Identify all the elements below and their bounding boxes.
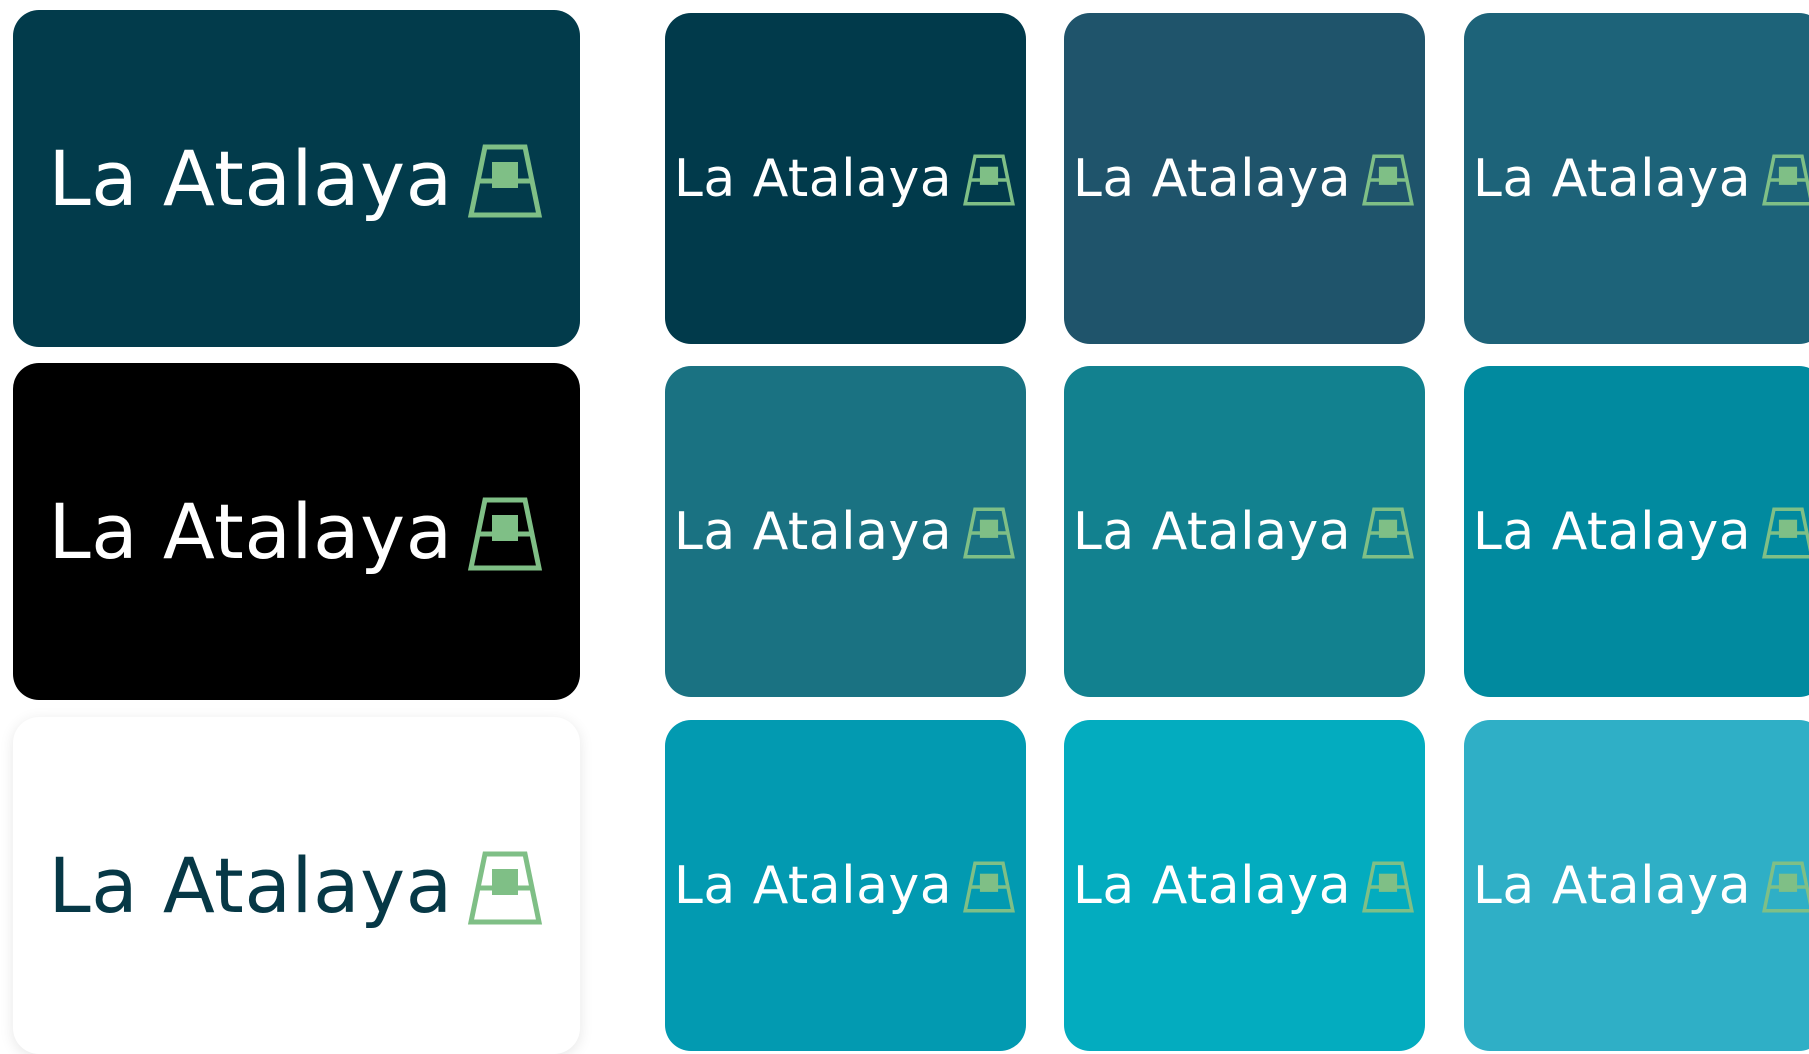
watchtower-icon xyxy=(963,861,1016,913)
palette-card-2: La Atalaya xyxy=(1064,13,1425,344)
watchtower-icon xyxy=(1362,154,1415,206)
logo-card-dark-teal: La Atalaya xyxy=(13,10,580,347)
logo-wordmark: La Atalaya xyxy=(1072,855,1352,916)
watchtower-icon xyxy=(467,144,542,217)
watchtower-icon xyxy=(467,851,542,924)
watchtower-icon xyxy=(1362,861,1415,913)
logo: La Atalaya xyxy=(1473,502,1809,561)
logo: La Atalaya xyxy=(1473,149,1809,208)
logo-wordmark: La Atalaya xyxy=(1472,855,1752,916)
logo: La Atalaya xyxy=(674,149,1017,208)
logo: La Atalaya xyxy=(1073,856,1416,915)
logo-wordmark: La Atalaya xyxy=(673,855,953,916)
logo-card-black: La Atalaya xyxy=(13,363,580,700)
palette-card-9: La Atalaya xyxy=(1464,720,1809,1051)
logo: La Atalaya xyxy=(48,137,544,221)
logo-wordmark: La Atalaya xyxy=(48,486,453,576)
palette-card-3: La Atalaya xyxy=(1464,13,1809,344)
logo: La Atalaya xyxy=(674,502,1017,561)
watchtower-icon xyxy=(963,507,1016,559)
logo-wordmark: La Atalaya xyxy=(673,148,953,209)
logo-card-white: La Atalaya xyxy=(13,717,580,1054)
logo: La Atalaya xyxy=(674,856,1017,915)
watchtower-icon xyxy=(963,154,1016,206)
logo: La Atalaya xyxy=(48,490,544,574)
logo: La Atalaya xyxy=(1473,856,1809,915)
watchtower-icon xyxy=(1762,154,1809,206)
logo: La Atalaya xyxy=(1073,149,1416,208)
watchtower-icon xyxy=(1762,861,1809,913)
logo-wordmark: La Atalaya xyxy=(673,501,953,562)
watchtower-icon xyxy=(1762,507,1809,559)
watchtower-icon xyxy=(467,497,542,570)
palette-card-8: La Atalaya xyxy=(1064,720,1425,1051)
logo-wordmark: La Atalaya xyxy=(1472,148,1752,209)
palette-card-7: La Atalaya xyxy=(665,720,1026,1051)
logo-wordmark: La Atalaya xyxy=(1072,501,1352,562)
palette-card-1: La Atalaya xyxy=(665,13,1026,344)
watchtower-icon xyxy=(1362,507,1415,559)
logo-wordmark: La Atalaya xyxy=(48,133,453,223)
logo: La Atalaya xyxy=(48,844,544,928)
palette-card-4: La Atalaya xyxy=(665,366,1026,697)
palette-card-6: La Atalaya xyxy=(1464,366,1809,697)
palette-card-5: La Atalaya xyxy=(1064,366,1425,697)
logo: La Atalaya xyxy=(1073,502,1416,561)
logo-wordmark: La Atalaya xyxy=(1072,148,1352,209)
logo-wordmark: La Atalaya xyxy=(1472,501,1752,562)
logo-wordmark: La Atalaya xyxy=(48,840,453,930)
